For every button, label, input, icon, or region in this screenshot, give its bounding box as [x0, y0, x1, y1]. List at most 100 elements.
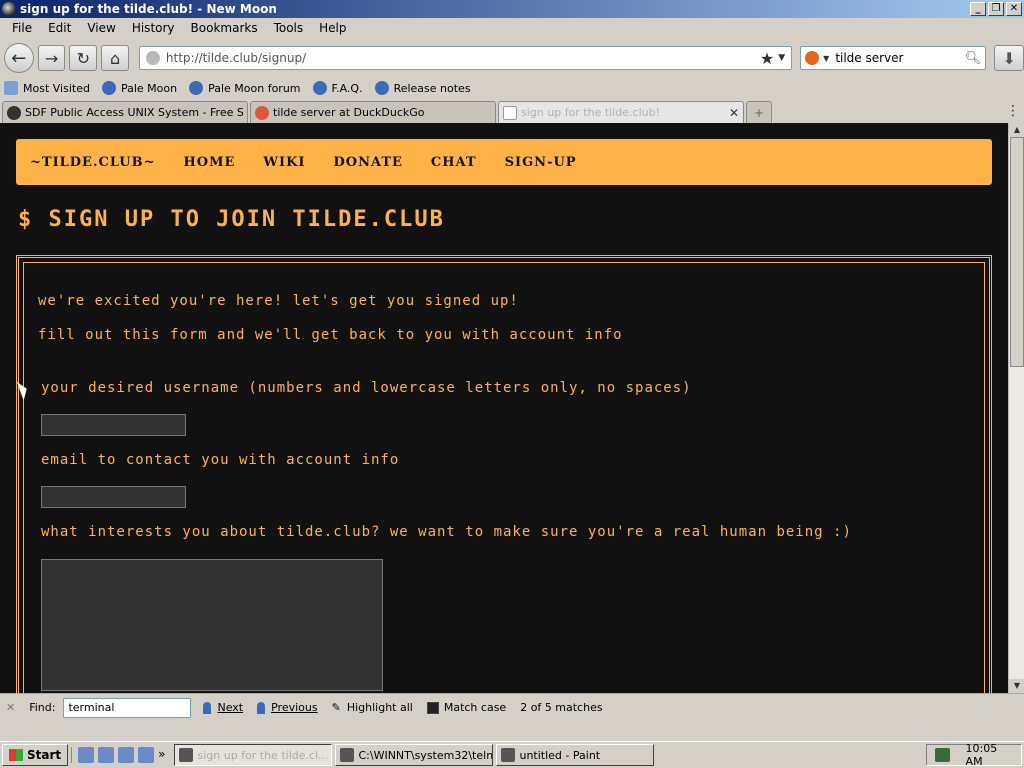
search-bar[interactable]: ▼ tilde server 🔍︎ — [800, 46, 987, 70]
url-text[interactable]: http://tilde.club/signup/ — [166, 51, 760, 65]
scroll-down-icon[interactable]: ▼ — [1009, 679, 1024, 693]
home-icon: ⌂ — [109, 48, 121, 68]
menu-bookmarks[interactable]: Bookmarks — [183, 21, 266, 35]
explorer-icon[interactable] — [138, 747, 155, 763]
new-tab-button[interactable]: + — [746, 101, 772, 123]
plus-icon: + — [753, 105, 765, 120]
task-telnet[interactable]: C:\WINNT\system32\teln... — [335, 744, 494, 766]
site-identity-icon[interactable] — [145, 51, 160, 65]
task-label: untitled - Paint — [519, 748, 601, 762]
site-nav-brand[interactable]: ~TILDE.CLUB~ — [30, 155, 156, 170]
new-moon-app-icon[interactable] — [2, 2, 16, 16]
highlighter-icon: ✎ — [331, 701, 341, 714]
pale-moon-icon — [312, 81, 327, 95]
tab-tilde-signup[interactable]: sign up for the tilde.club! ✕ — [498, 101, 744, 123]
interest-textarea[interactable] — [41, 559, 383, 691]
site-nav-wiki[interactable]: WIKI — [263, 155, 305, 170]
page-content: ~TILDE.CLUB~ HOME WIKI DONATE CHAT SIGN-… — [0, 123, 1008, 693]
email-input[interactable] — [41, 486, 186, 508]
reload-button[interactable]: ↻ — [69, 45, 98, 71]
taskbar: Start » sign up for the tilde.cl... C:\W… — [0, 741, 1024, 768]
intro-text-1: we're excited you're here! let's get you… — [38, 293, 519, 309]
scroll-thumb[interactable] — [1010, 137, 1024, 367]
bookmark-star-icon[interactable]: ★ — [760, 49, 774, 68]
bookmark-label: Release notes — [393, 81, 471, 95]
start-button[interactable]: Start — [2, 744, 69, 766]
find-input[interactable]: terminal — [63, 697, 192, 718]
close-tab-icon[interactable]: ✕ — [729, 106, 739, 120]
browser-task-icon — [179, 748, 194, 762]
bookmark-label: F.A.Q. — [331, 81, 363, 95]
url-bar[interactable]: http://tilde.club/signup/ ★ ▼ — [138, 46, 793, 70]
sdf-favicon-icon — [7, 105, 21, 120]
tab-label: tilde server at DuckDuckGo — [273, 106, 425, 119]
down-arrow-icon — [203, 701, 212, 714]
task-paint[interactable]: untitled - Paint — [496, 744, 655, 766]
menu-edit[interactable]: Edit — [40, 21, 79, 35]
username-input[interactable] — [41, 414, 186, 436]
minimize-button[interactable]: _ — [970, 2, 986, 16]
bookmark-most-visited[interactable]: Most Visited — [4, 81, 90, 95]
internet-explorer-icon[interactable] — [98, 747, 115, 763]
site-nav-donate[interactable]: DONATE — [333, 155, 402, 170]
find-label: Find: — [29, 701, 56, 714]
bookmark-label: Most Visited — [23, 81, 90, 95]
menu-tools[interactable]: Tools — [266, 21, 312, 35]
tab-sdf[interactable]: SDF Public Access UNIX System - Free Sh.… — [2, 101, 248, 123]
highlight-all-label: Highlight all — [346, 701, 413, 714]
menu-view[interactable]: View — [79, 21, 123, 35]
search-input[interactable]: tilde server — [835, 51, 964, 65]
window-titlebar: sign up for the tilde.club! - New Moon _… — [0, 0, 1024, 18]
bookmark-faq[interactable]: F.A.Q. — [312, 81, 363, 95]
checkbox-icon[interactable] — [426, 701, 439, 714]
menu-help[interactable]: Help — [311, 21, 354, 35]
network-icon[interactable] — [935, 748, 950, 762]
tab-list-icon[interactable]: ⋮ — [1006, 103, 1020, 119]
page-scrollbar[interactable]: ▲ ▼ — [1008, 123, 1024, 693]
interest-label: what interests you about tilde.club? we … — [41, 524, 852, 540]
forward-button[interactable]: → — [37, 45, 66, 71]
menu-bar: File Edit View History Bookmarks Tools H… — [0, 18, 1024, 38]
outlook-icon[interactable] — [118, 747, 135, 763]
url-dropdown-icon[interactable]: ▼ — [778, 53, 785, 63]
downloads-button[interactable]: ⬇ — [994, 45, 1024, 71]
site-nav-chat[interactable]: CHAT — [431, 155, 477, 170]
close-find-bar-icon[interactable]: ✕ — [6, 701, 15, 714]
email-label: email to contact you with account info — [41, 452, 400, 468]
match-case-label: Match case — [443, 701, 507, 714]
home-button[interactable]: ⌂ — [101, 45, 129, 71]
tab-strip: SDF Public Access UNIX System - Free Sh.… — [0, 99, 1024, 123]
site-nav-home[interactable]: HOME — [184, 155, 236, 170]
paint-task-icon — [501, 748, 516, 762]
chevron-right-icon[interactable]: » — [158, 747, 165, 763]
folder-icon — [4, 81, 18, 95]
find-next-label: Next — [217, 701, 244, 714]
task-label: sign up for the tilde.cl... — [197, 748, 329, 762]
find-next-button[interactable]: Next — [203, 701, 243, 714]
show-desktop-icon[interactable] — [78, 747, 95, 763]
bookmark-release-notes[interactable]: Release notes — [374, 81, 471, 95]
intro-text-2: fill out this form and we'll get back to… — [38, 327, 623, 343]
bookmark-pale-moon-forum[interactable]: Pale Moon forum — [189, 81, 301, 95]
find-status: 2 of 5 matches — [520, 701, 603, 714]
match-case-checkbox[interactable]: Match case — [426, 701, 507, 714]
search-engine-icon[interactable] — [805, 51, 820, 65]
site-nav-signup[interactable]: SIGN-UP — [505, 155, 577, 170]
tab-label: SDF Public Access UNIX System - Free Sh.… — [25, 106, 243, 119]
restore-button[interactable]: ❐ — [988, 2, 1004, 16]
find-previous-button[interactable]: Previous — [257, 701, 318, 714]
menu-file[interactable]: File — [4, 21, 40, 35]
search-engine-dropdown-icon[interactable]: ▼ — [823, 54, 829, 63]
back-button[interactable]: ← — [4, 43, 34, 73]
task-browser[interactable]: sign up for the tilde.cl... — [174, 744, 333, 766]
search-magnifier-icon[interactable]: 🔍︎ — [965, 51, 982, 66]
menu-history[interactable]: History — [124, 21, 183, 35]
bookmark-pale-moon[interactable]: Pale Moon — [101, 81, 177, 95]
highlight-all-button[interactable]: ✎ Highlight all — [332, 701, 413, 714]
forum-icon — [189, 81, 204, 95]
tab-duckduckgo[interactable]: tilde server at DuckDuckGo — [250, 101, 496, 123]
bookmark-label: Pale Moon forum — [208, 81, 301, 95]
close-window-button[interactable]: ✕ — [1006, 2, 1022, 16]
bookmarks-toolbar: Most Visited Pale Moon Pale Moon forum F… — [0, 78, 1024, 98]
scroll-up-icon[interactable]: ▲ — [1009, 123, 1024, 137]
